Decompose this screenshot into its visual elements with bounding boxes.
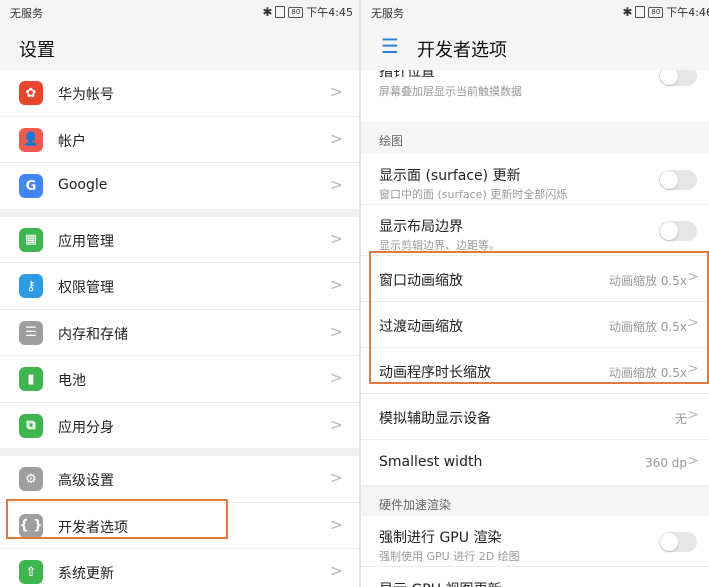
chevron-right-icon: >: [329, 128, 343, 148]
setting-title: 模拟辅助显示设备: [379, 411, 491, 427]
setting-title: 指针位置: [379, 70, 435, 80]
huawei-icon: ✿: [19, 81, 43, 105]
chevron-right-icon: >: [687, 453, 699, 469]
bluetooth-icon: ✱: [262, 5, 273, 19]
settings-item[interactable]: ⚙ 高级设置 >: [0, 456, 361, 503]
layout-bounds-toggle[interactable]: [659, 221, 697, 241]
settings-item[interactable]: ▦ 应用管理 >: [0, 217, 361, 263]
settings-item-label: 权限管理: [58, 280, 114, 296]
page-title: 设置: [19, 40, 55, 61]
carrier-text: 无服务: [10, 7, 43, 20]
chevron-right-icon: >: [329, 561, 343, 580]
title-bar: 设置: [0, 24, 361, 70]
battery-level-icon: 80: [288, 6, 304, 18]
chevron-right-icon: >: [329, 321, 343, 341]
setting-value: 360 dp: [645, 456, 687, 470]
vibrate-icon: [275, 6, 286, 18]
pointer-location-row[interactable]: 指针位置 屏幕叠加层显示当前触摸数据: [361, 70, 709, 122]
clock: 下午4:46: [666, 6, 709, 19]
settings-item-label: 应用管理: [58, 233, 114, 250]
setting-title: 显示面 (surface) 更新: [379, 168, 521, 184]
account-icon: 👤: [19, 127, 43, 152]
storage-icon: ☰: [19, 320, 43, 345]
setting-subtitle: 强制使用 GPU 进行 2D 绘图: [379, 550, 520, 563]
smallest-width-row[interactable]: Smallest width 360 dp >: [361, 440, 709, 486]
settings-item-label: 系统更新: [58, 566, 114, 582]
setting-subtitle: 窗口中的面 (surface) 更新时全部闪烁: [379, 188, 568, 201]
chevron-right-icon: >: [329, 82, 343, 101]
group-divider: [0, 208, 361, 217]
settings-group: ▦ 应用管理 > ⚷ 权限管理 > ☰ 内存和存储 > ▮ 电池 > ⧉ 应用分身 >: [0, 216, 361, 449]
chevron-right-icon: >: [329, 368, 343, 387]
settings-screen: 无服务 ✱ 80 下午4:45 设置 ✿ 华为帐号 > 👤 帐户 > G Google > ▦ 应用…: [0, 0, 361, 587]
chevron-right-icon: >: [329, 228, 343, 248]
setting-value: 无: [674, 412, 687, 426]
pointer-location-toggle[interactable]: [659, 70, 697, 86]
key-icon: ⚷: [19, 274, 43, 298]
surface-updates-row[interactable]: 显示面 (surface) 更新 窗口中的面 (surface) 更新时全部闪烁: [361, 154, 709, 205]
section-header-hardware: 硬件加速渲染: [361, 486, 709, 516]
page-title: 开发者选项: [417, 40, 507, 61]
layout-bounds-row[interactable]: 显示布局边界 显示剪辑边界、边距等。: [361, 205, 709, 256]
settings-item[interactable]: ✿ 华为帐号 >: [0, 70, 361, 117]
settings-item[interactable]: ⇧ 系统更新 >: [0, 549, 361, 587]
settings-item[interactable]: ☰ 内存和存储 >: [0, 310, 361, 356]
highlight-box: [369, 251, 709, 384]
status-bar: 无服务 ✱ 80 下午4:45: [0, 0, 361, 24]
chevron-right-icon: >: [687, 407, 699, 423]
update-icon: ⇧: [19, 560, 43, 584]
gpu-view-updates-row[interactable]: 显示 GPU 视图更新: [361, 567, 709, 587]
chevron-right-icon: >: [329, 514, 343, 534]
developer-options-screen: 无服务 ✱ 80 下午4:46 ☰ 开发者选项 指针位置 屏幕叠加层显示当前触摸…: [361, 0, 709, 587]
clock: 下午4:45: [306, 6, 353, 19]
surface-updates-toggle[interactable]: [659, 170, 697, 190]
google-icon: G: [19, 174, 43, 198]
setting-title: 强制进行 GPU 渲染: [379, 530, 502, 546]
bluetooth-icon: ✱: [622, 5, 633, 19]
settings-item[interactable]: ▮ 电池 >: [0, 356, 361, 403]
setting-title: 显示布局边界: [379, 219, 463, 235]
settings-item-label: 帐户: [58, 133, 86, 150]
chevron-right-icon: >: [329, 275, 343, 294]
apps-icon: ▦: [19, 227, 43, 252]
settings-item-label: Google: [58, 177, 108, 193]
force-gpu-rendering-row[interactable]: 强制进行 GPU 渲染 强制使用 GPU 进行 2D 绘图: [361, 516, 709, 567]
menu-icon[interactable]: ☰: [381, 34, 399, 58]
highlight-box: [6, 499, 228, 539]
setting-title: 显示 GPU 视图更新: [379, 579, 501, 587]
settings-group: ✿ 华为帐号 > 👤 帐户 > G Google >: [0, 70, 361, 209]
settings-item[interactable]: ⚷ 权限管理 >: [0, 263, 361, 310]
settings-item-label: 电池: [58, 373, 86, 389]
settings-item[interactable]: G Google >: [0, 163, 361, 209]
vibrate-icon: [635, 6, 646, 18]
twin-app-icon: ⧉: [19, 413, 43, 438]
battery-level-icon: 80: [648, 6, 664, 18]
setting-subtitle: 屏幕叠加层显示当前触摸数据: [379, 85, 522, 98]
settings-item[interactable]: 👤 帐户 >: [0, 117, 361, 163]
gear-icon: ⚙: [19, 467, 43, 491]
force-gpu-toggle[interactable]: [659, 532, 697, 552]
settings-item-label: 内存和存储: [58, 326, 128, 343]
status-bar: 无服务 ✱ 80 下午4:46: [361, 0, 709, 24]
settings-item-label: 华为帐号: [58, 87, 114, 103]
section-header-drawing: 绘图: [361, 122, 709, 154]
title-bar: ☰ 开发者选项: [361, 24, 709, 70]
chevron-right-icon: >: [329, 175, 343, 194]
chevron-right-icon: >: [329, 468, 343, 487]
simulate-secondary-display-row[interactable]: 模拟辅助显示设备 无 >: [361, 394, 709, 440]
group-divider: [0, 448, 361, 456]
battery-icon: ▮: [19, 367, 43, 391]
carrier-text: 无服务: [371, 7, 404, 20]
settings-item[interactable]: ⧉ 应用分身 >: [0, 403, 361, 449]
setting-title: Smallest width: [379, 454, 483, 470]
settings-item-label: 高级设置: [58, 473, 114, 489]
settings-item-label: 应用分身: [58, 419, 114, 436]
chevron-right-icon: >: [329, 414, 343, 434]
